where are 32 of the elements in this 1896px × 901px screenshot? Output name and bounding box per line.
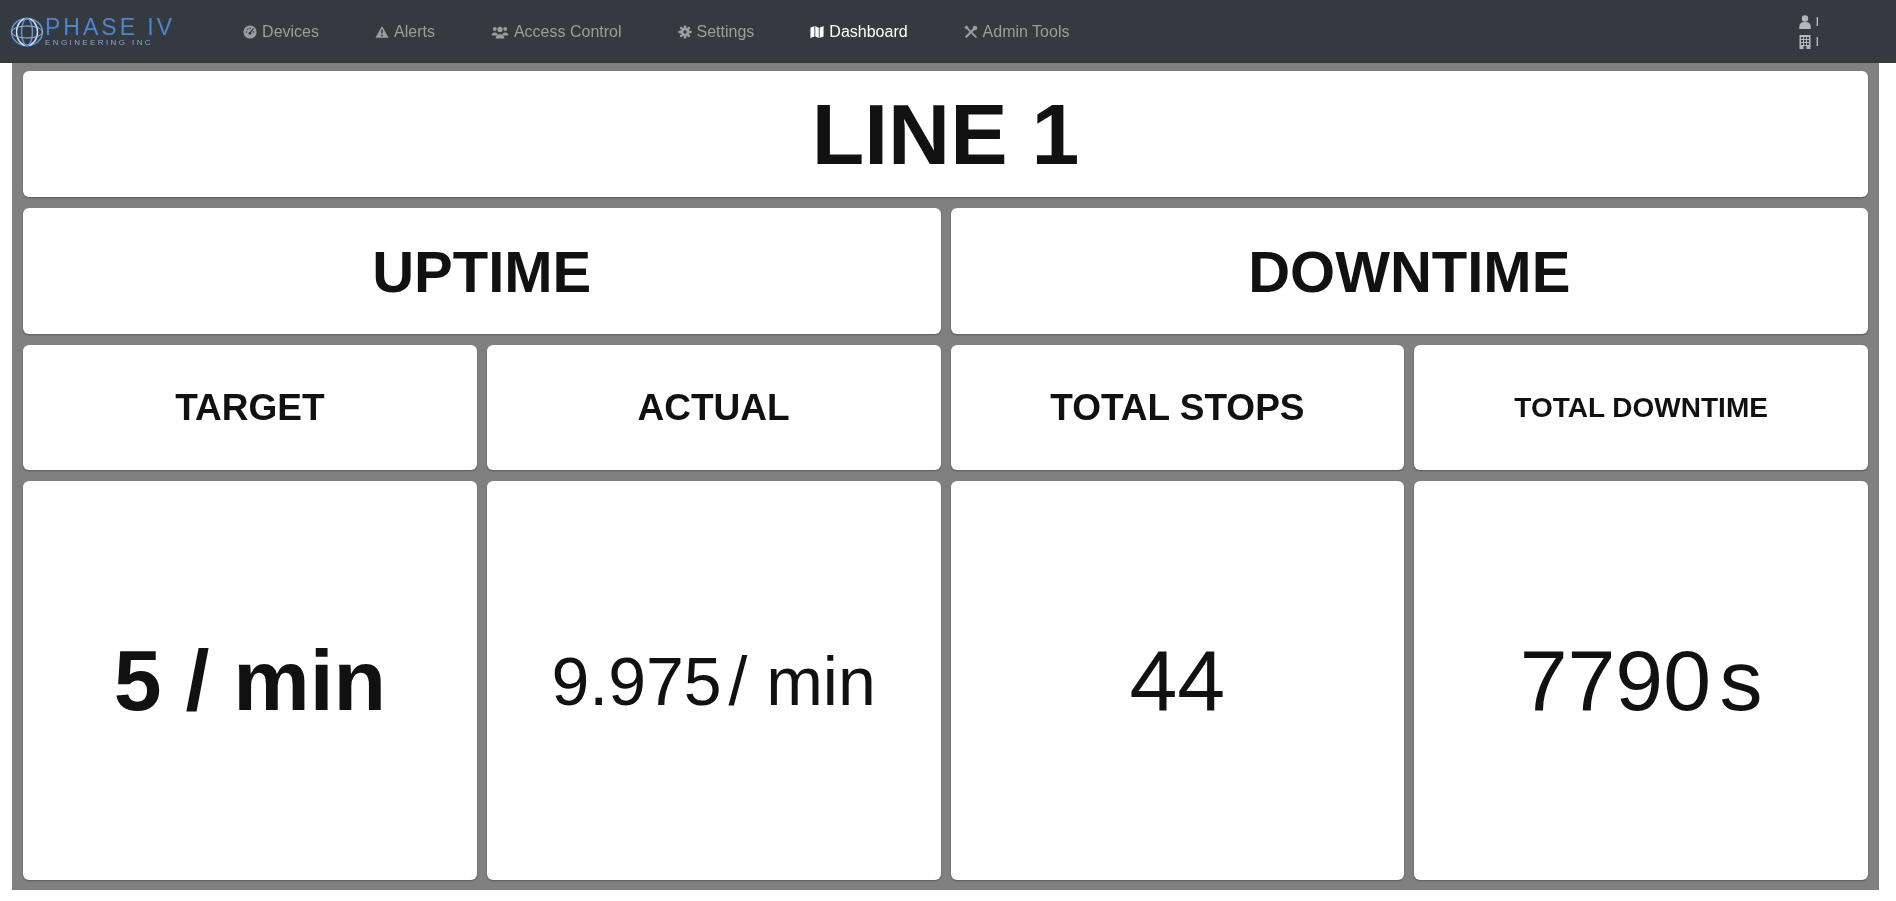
nav-link[interactable]: Access Control [490,22,622,41]
settings-icon [677,24,692,39]
nav-link[interactable]: Alerts [375,22,435,41]
metric-label: TOTAL STOPS [1050,386,1305,429]
section-title: DOWNTIME [1248,237,1571,305]
user-name: I [1815,14,1819,29]
users-icon [490,24,509,39]
nav-link[interactable]: Settings [677,22,755,41]
organization-name: I [1815,34,1819,49]
metric-label: ACTUAL [637,386,790,429]
metric-label: TARGET [175,386,325,429]
metric-value: 9.975 [551,641,722,720]
metric-value: 7790 [1519,631,1711,730]
brand-tagline: ENGINEERING INC [45,37,153,47]
metric-value: 5 / min [113,631,387,730]
warning-icon [375,24,389,39]
map-icon [810,24,825,39]
section-title: UPTIME [372,237,592,305]
user-icon [1799,14,1812,29]
line-title: LINE 1 [811,84,1080,184]
nav-link[interactable]: Dashboard [810,22,908,41]
nav-link[interactable]: Admin Tools [963,22,1070,41]
nav-link[interactable]: Devices [243,22,319,41]
metric-unit: s [1719,631,1763,730]
logo-icon [10,16,44,47]
metric-label: TOTAL DOWNTIME [1514,391,1768,424]
speedometer-icon [243,24,258,39]
metric-unit: / min [728,641,876,720]
building-icon [1799,34,1812,49]
brand-name: PHASE IV [45,16,176,38]
metric-value: 44 [1129,631,1226,730]
tools-icon [963,24,978,39]
